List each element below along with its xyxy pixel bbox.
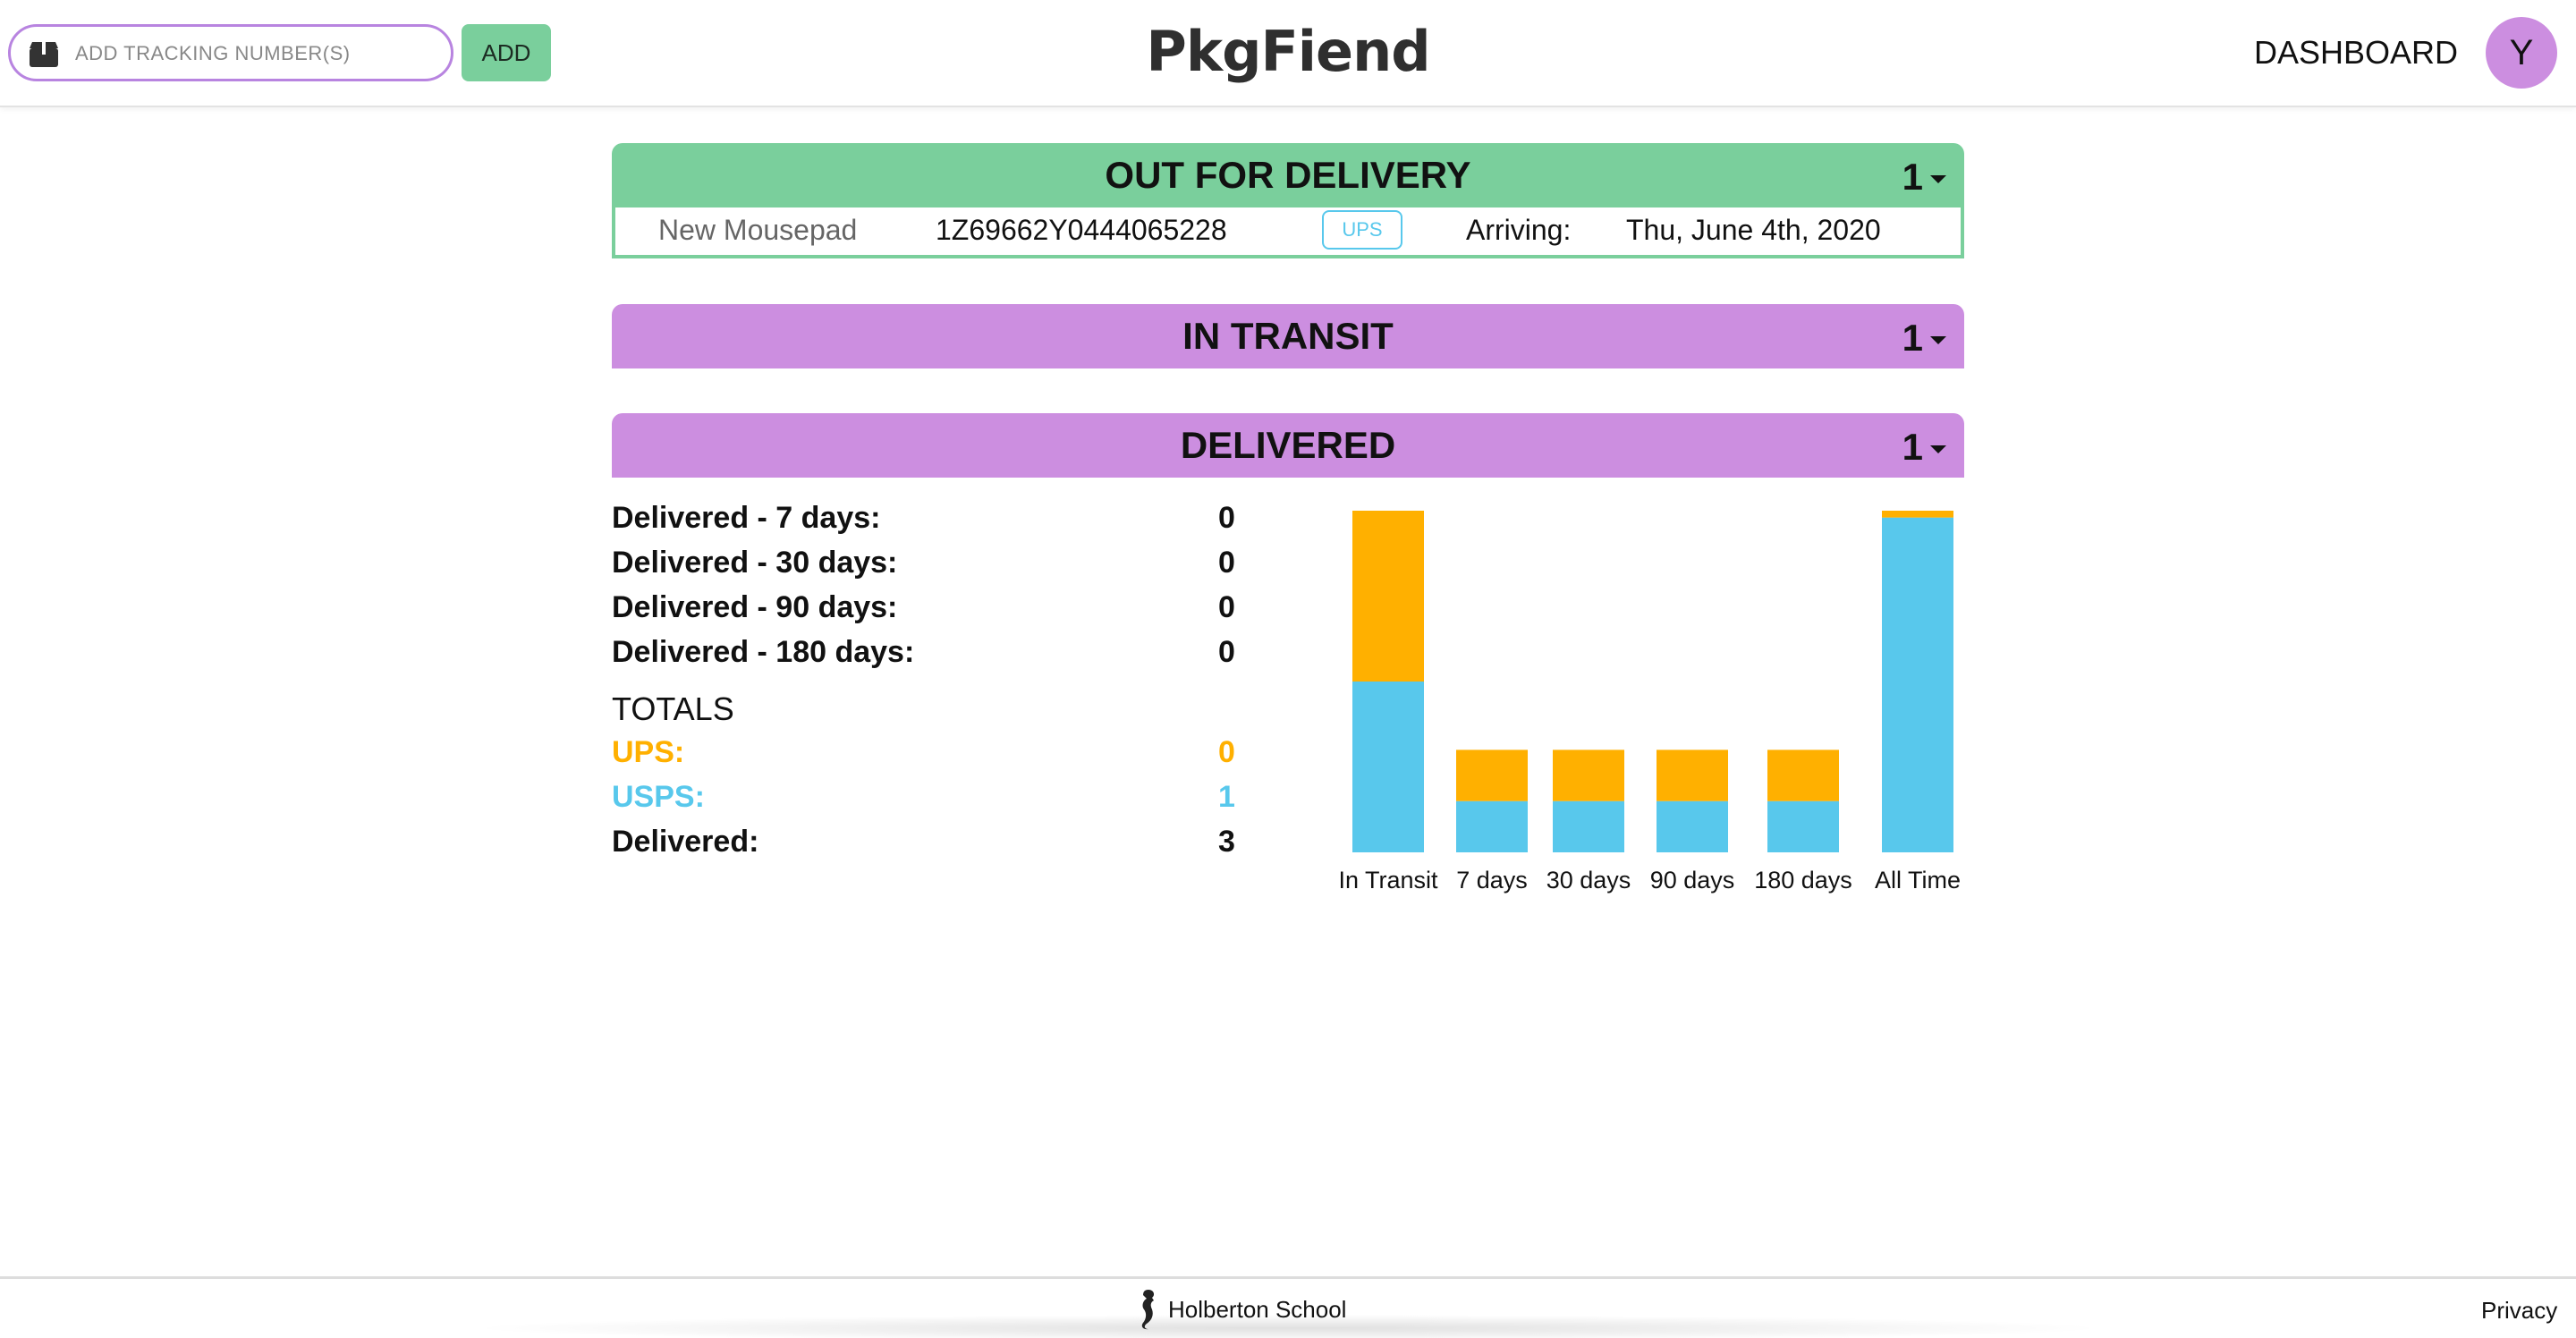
tracking-number-input[interactable] <box>75 38 433 70</box>
stat-label: Delivered - 7 days: <box>612 501 881 535</box>
x-tick-label: All Time <box>1875 867 1961 893</box>
footer: Holberton School Privacy <box>0 1276 2576 1338</box>
section-count-toggle[interactable]: 1 <box>1902 426 1946 469</box>
chevron-down-icon <box>1930 445 1946 453</box>
x-tick-label: 30 days <box>1546 867 1631 893</box>
stat-label: Delivered - 90 days: <box>612 590 898 624</box>
bar-90-days-segment-0 <box>1657 800 1728 852</box>
bar-all-time-segment-1 <box>1882 511 1953 518</box>
usps-label: USPS: <box>612 780 705 814</box>
x-tick-label: 7 days <box>1456 867 1528 893</box>
section-count: 1 <box>1902 317 1923 359</box>
privacy-link[interactable]: Privacy <box>2481 1297 2557 1325</box>
bar-in-transit-segment-0 <box>1352 682 1424 852</box>
add-tracking-button[interactable]: ADD <box>462 24 551 81</box>
delivered-total-row: Delivered: 3 <box>612 825 1238 869</box>
out-for-delivery-header[interactable]: OUT FOR DELIVERY 1 <box>612 143 1964 207</box>
footer-brand-text: Holberton School <box>1168 1295 1347 1323</box>
footer-brand[interactable]: Holberton School <box>1136 1290 1347 1330</box>
totals-heading-row: TOTALS <box>612 690 1238 735</box>
stat-value: 0 <box>1218 590 1235 624</box>
tracking-number: 1Z69662Y0444065228 <box>936 213 1227 246</box>
chevron-down-icon <box>1930 174 1946 183</box>
x-tick-label: 180 days <box>1754 867 1852 893</box>
package-row[interactable]: New Mousepad 1Z69662Y0444065228 UPS Arri… <box>612 205 1964 258</box>
delivered-total-label: Delivered: <box>612 825 759 859</box>
usps-total-row: USPS: 1 <box>612 780 1238 825</box>
arriving-label: Arriving: <box>1466 213 1572 246</box>
bar-7-days-segment-0 <box>1456 800 1528 852</box>
dashboard-link[interactable]: DASHBOARD <box>2254 30 2458 75</box>
bar-180-days-segment-0 <box>1767 800 1839 852</box>
bar-180-days-segment-1 <box>1767 749 1839 801</box>
stat-label: Delivered - 30 days: <box>612 546 898 580</box>
pkgfiend-logo[interactable]: PkgFiend <box>1146 11 1430 91</box>
section-title: DELIVERED <box>1180 424 1396 466</box>
totals-heading: TOTALS <box>612 690 734 727</box>
user-avatar[interactable]: Y <box>2486 17 2557 89</box>
seahorse-icon <box>1141 1290 1155 1330</box>
stat-row: Delivered - 180 days: 0 <box>612 635 1238 680</box>
ups-total-row: UPS: 0 <box>612 735 1238 780</box>
bar-7-days-segment-1 <box>1456 749 1528 801</box>
bar-in-transit-segment-1 <box>1352 511 1424 682</box>
section-title: OUT FOR DELIVERY <box>1105 154 1471 196</box>
section-count: 1 <box>1902 426 1923 468</box>
stat-label: Delivered - 180 days: <box>612 635 915 669</box>
bar-90-days-segment-1 <box>1657 749 1728 801</box>
ups-value: 0 <box>1218 735 1235 769</box>
arrival-date: Thu, June 4th, 2020 <box>1626 213 1881 246</box>
package-name: New Mousepad <box>658 213 858 246</box>
top-nav: ADD PkgFiend DASHBOARD Y <box>0 0 2576 107</box>
chevron-down-icon <box>1930 335 1946 344</box>
x-tick-label: 90 days <box>1650 867 1735 893</box>
section-count: 1 <box>1902 156 1923 198</box>
in-transit-header[interactable]: IN TRANSIT 1 <box>612 304 1964 368</box>
delivered-header[interactable]: DELIVERED 1 <box>612 413 1964 478</box>
stat-value: 0 <box>1218 635 1235 669</box>
stat-row: Delivered - 30 days: 0 <box>612 546 1238 590</box>
stat-value: 0 <box>1218 546 1235 580</box>
stat-value: 0 <box>1218 501 1235 535</box>
stat-row: Delivered - 7 days: 0 <box>612 501 1238 546</box>
bar-30-days-segment-0 <box>1553 800 1624 852</box>
carrier-badge: UPS <box>1322 210 1402 250</box>
stat-row: Delivered - 90 days: 0 <box>612 590 1238 635</box>
section-count-toggle[interactable]: 1 <box>1902 317 1946 360</box>
tracking-input-group[interactable] <box>8 24 453 81</box>
bar-30-days-segment-1 <box>1553 749 1624 801</box>
delivery-bar-chart: In Transit 7 days 30 days 90 days 180 days Al… <box>1338 511 1961 893</box>
x-tick-label: In Transit <box>1338 867 1438 893</box>
delivered-total-value: 3 <box>1218 825 1235 859</box>
section-title: IN TRANSIT <box>1182 315 1394 357</box>
bar-all-time-segment-0 <box>1882 517 1953 852</box>
usps-value: 1 <box>1218 780 1235 814</box>
ups-label: UPS: <box>612 735 685 769</box>
package-icon <box>30 42 58 67</box>
section-count-toggle[interactable]: 1 <box>1902 156 1946 199</box>
